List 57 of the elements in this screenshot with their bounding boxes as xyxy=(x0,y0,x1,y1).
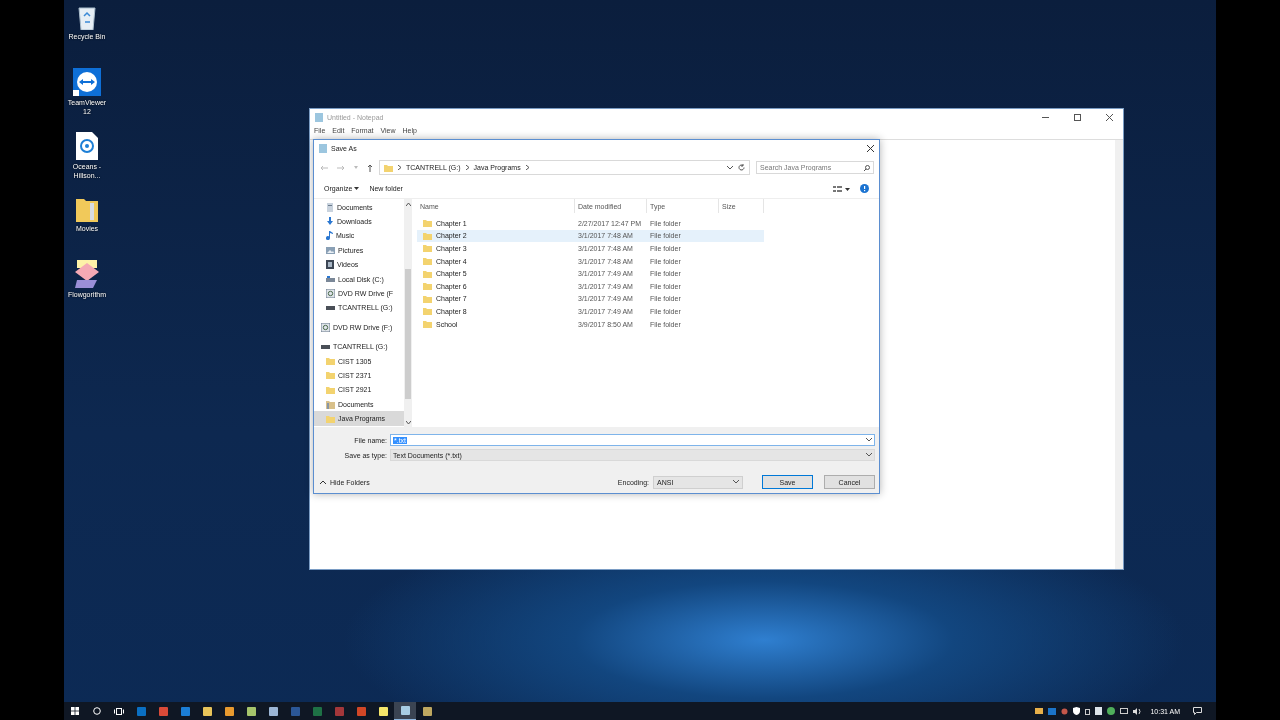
up-arrow-icon[interactable] xyxy=(367,163,373,172)
minimize-icon[interactable] xyxy=(1041,117,1049,118)
search-icon xyxy=(864,164,870,171)
app-icon[interactable] xyxy=(400,706,410,715)
network-icon[interactable] xyxy=(1120,707,1129,715)
help-icon[interactable] xyxy=(860,184,869,193)
scroll-down-icon[interactable] xyxy=(405,421,411,424)
app-icon[interactable] xyxy=(378,706,388,716)
scrollbar[interactable] xyxy=(404,199,412,427)
search-circle-icon[interactable] xyxy=(93,707,101,715)
notepad-icon xyxy=(319,143,327,153)
globe-icon[interactable] xyxy=(1107,707,1116,715)
folder-icon xyxy=(384,163,393,172)
music-note-icon xyxy=(326,231,333,241)
flowchart-icon[interactable] xyxy=(73,260,101,288)
usb-icon[interactable] xyxy=(1085,707,1091,715)
taskbar-app[interactable] xyxy=(394,702,416,720)
app-icon[interactable] xyxy=(246,706,256,716)
task-view-icon[interactable] xyxy=(114,707,124,715)
pictures-icon xyxy=(326,246,335,254)
refresh-icon[interactable] xyxy=(738,164,745,171)
volume-icon[interactable] xyxy=(1133,707,1143,715)
app-icon[interactable] xyxy=(422,706,432,716)
teamviewer-icon[interactable] xyxy=(73,68,101,96)
windows-logo-icon[interactable] xyxy=(71,707,79,715)
caret-icon[interactable] xyxy=(354,187,360,190)
shield-icon[interactable] xyxy=(1073,707,1081,715)
close-icon[interactable] xyxy=(1105,114,1113,121)
drive-icon xyxy=(321,344,330,349)
outlook-icon[interactable] xyxy=(1048,707,1057,715)
download-icon xyxy=(326,217,334,227)
app-icon[interactable] xyxy=(268,706,278,716)
notepad-icon xyxy=(315,113,323,122)
library-folder-icon xyxy=(326,399,335,409)
tray-app-icon[interactable] xyxy=(1061,707,1069,715)
audio-file-icon[interactable] xyxy=(76,132,98,160)
folder-icon xyxy=(326,414,335,423)
close-icon[interactable] xyxy=(867,144,874,152)
drive-icon xyxy=(326,305,335,310)
app-icon[interactable] xyxy=(202,706,212,716)
maximize-icon[interactable] xyxy=(1073,114,1081,121)
app-icon[interactable] xyxy=(224,706,234,716)
chevron-icon[interactable] xyxy=(525,165,529,170)
dvd-drive-icon xyxy=(321,322,330,332)
dvd-drive-icon xyxy=(326,289,335,299)
mail-icon[interactable] xyxy=(1035,708,1044,714)
view-options-icon[interactable] xyxy=(833,185,850,192)
notification-icon[interactable] xyxy=(1193,707,1202,715)
chevron-up-icon[interactable] xyxy=(320,480,326,484)
document-icon[interactable] xyxy=(1095,707,1103,715)
film-icon xyxy=(326,260,334,270)
scroll-up-icon[interactable] xyxy=(405,203,411,206)
recycle-bin-icon[interactable] xyxy=(76,4,98,30)
chevron-icon[interactable] xyxy=(398,165,401,170)
folder-icon[interactable] xyxy=(76,196,98,222)
chevron-icon[interactable] xyxy=(465,165,469,170)
document-icon xyxy=(326,202,334,212)
